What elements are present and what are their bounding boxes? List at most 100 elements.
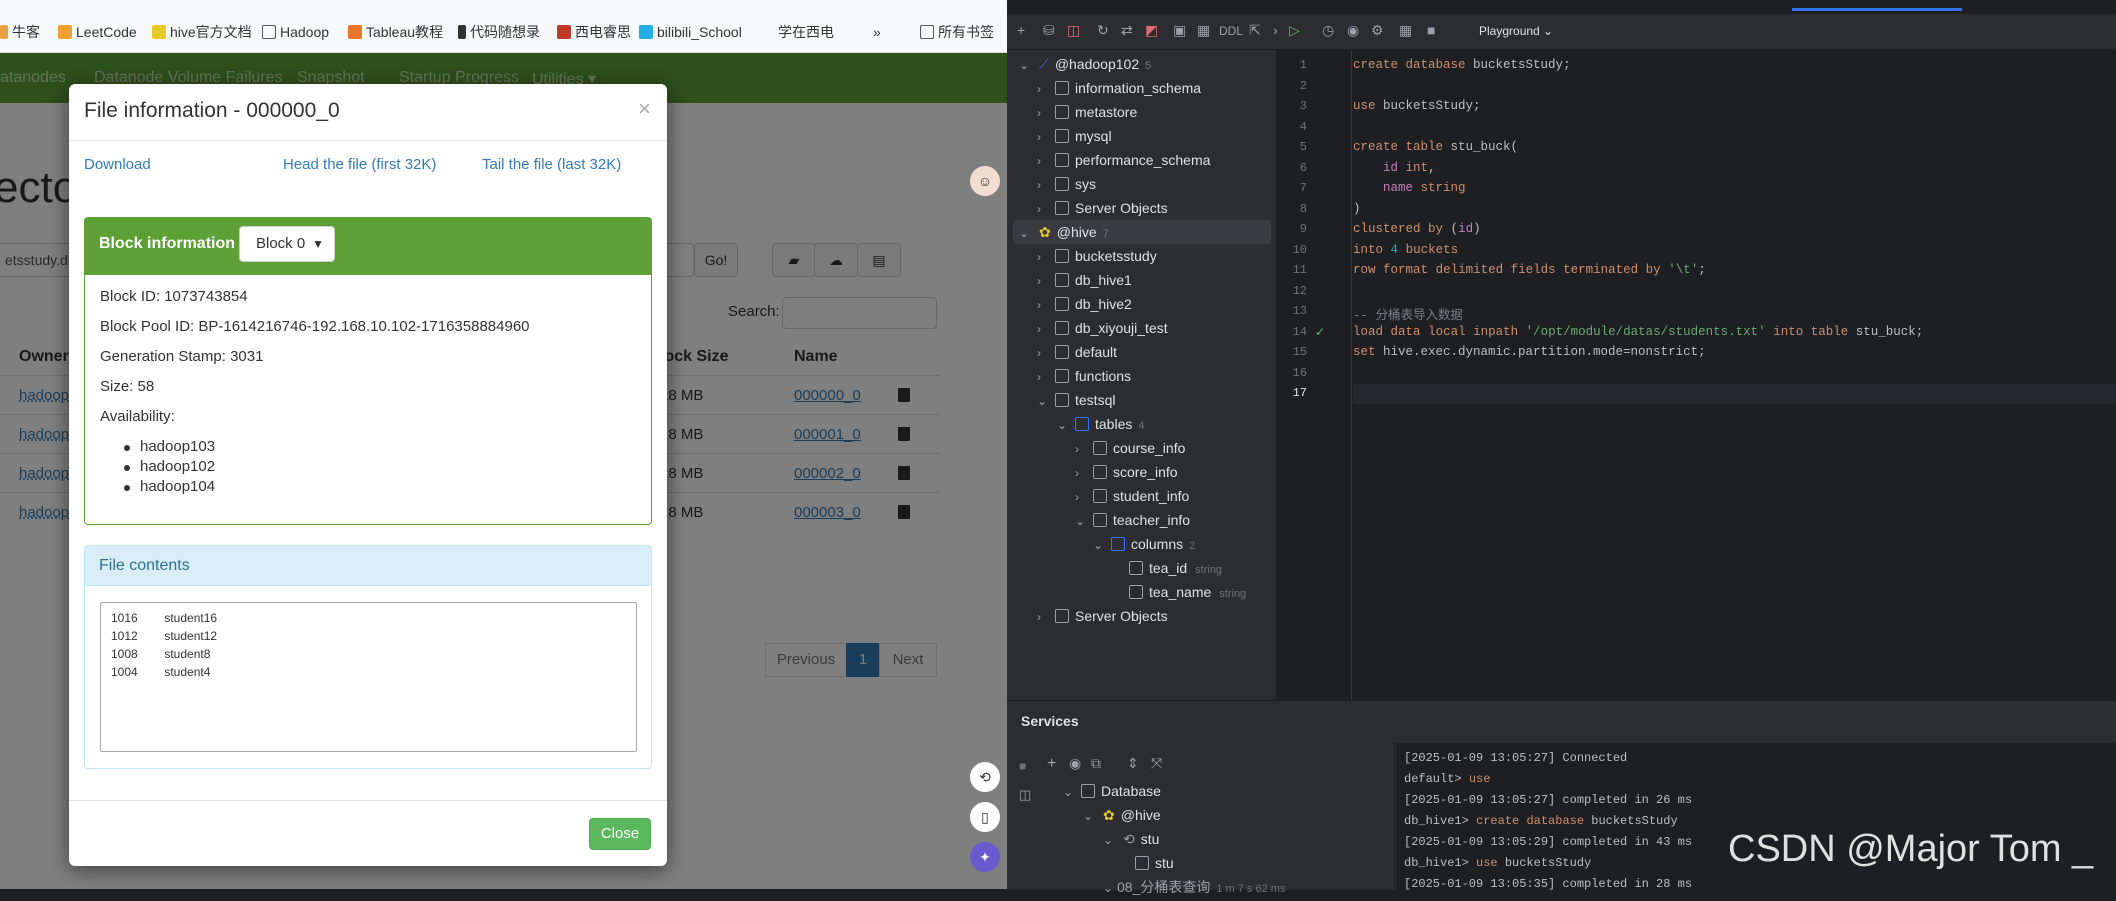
eye-icon[interactable]: ◉ <box>1069 755 1081 772</box>
tree-node-schema[interactable]: › information_schema <box>1037 76 1201 100</box>
tree-node-tables[interactable]: ⌄ tables 4 <box>1057 412 1144 436</box>
schema-icon <box>1055 129 1069 143</box>
chevron-down-icon: ⌄ <box>1093 538 1104 552</box>
check-icon: ✓ <box>1315 324 1326 339</box>
leetcode-icon <box>58 25 72 39</box>
close-button[interactable]: Close <box>589 818 651 850</box>
tree-node-schema[interactable]: › mysql <box>1037 124 1112 148</box>
chevron-right-icon: › <box>1037 202 1041 216</box>
line-number: 14 <box>1292 324 1307 339</box>
code-line: name string <box>1383 181 1466 195</box>
bookmark-tableau[interactable]: Tableau教程 <box>348 22 443 42</box>
active-tab-indicator <box>1792 8 1962 11</box>
bookmark-xuezai[interactable]: 学在西电 <box>778 22 834 42</box>
cancel-icon[interactable]: ■ <box>1427 22 1435 38</box>
tree-node-table[interactable]: › student_info <box>1075 484 1189 508</box>
collapse-all-icon[interactable]: ⤧ <box>1151 755 1162 772</box>
code-line: into 4 buckets <box>1353 242 1459 257</box>
tree-node-schema[interactable]: › bucketsstudy <box>1037 244 1157 268</box>
settings-icon[interactable]: ⚙ <box>1371 22 1384 39</box>
stop-icon[interactable]: ◫ <box>1067 22 1080 39</box>
schema-icon <box>1055 393 1069 407</box>
ide-window: + ⛁ ◫ ↻ ⇄ ◩ ▣ ▦ DDL ⇱ › ▷ ◷ ◉ ⚙ ▦ ■ Play… <box>1007 0 2116 895</box>
ddl-button[interactable]: DDL <box>1219 24 1243 38</box>
tree-node-hadoop102[interactable]: ⌄ ⟋ @hadoop102 5 <box>1019 52 1151 76</box>
schema-icon <box>1055 321 1069 335</box>
expand-all-icon[interactable]: ⇕ <box>1127 755 1139 772</box>
properties-icon[interactable]: ▣ <box>1173 22 1186 39</box>
tree-node-schema[interactable]: › metastore <box>1037 100 1137 124</box>
head-file-link[interactable]: Head the file (first 32K) <box>283 156 436 173</box>
tree-node-schema[interactable]: › db_hive2 <box>1037 292 1132 316</box>
service-node-query[interactable]: ⌄ 08_分桶表查询 1 m 7 s 62 ms <box>1103 875 1285 899</box>
jump-icon[interactable]: ⇱ <box>1249 22 1261 39</box>
playground-dropdown[interactable]: Playground ⌄ <box>1479 24 1553 38</box>
refresh-icon[interactable]: ↻ <box>1097 22 1109 39</box>
tree-node-schema[interactable]: › db_hive1 <box>1037 268 1132 292</box>
service-node-console[interactable]: stu <box>1131 851 1174 875</box>
availability-label: Availability: <box>100 408 175 425</box>
run-icon[interactable]: ▷ <box>1289 22 1300 39</box>
bookmark-niuke[interactable]: 牛客 <box>0 22 40 42</box>
database-icon[interactable]: ⛁ <box>1043 22 1055 39</box>
bookmark-hive-docs[interactable]: hive官方文档 <box>152 22 252 42</box>
ai-assistant-icon[interactable]: ✦ <box>970 842 1000 872</box>
tree-node-column[interactable]: tea_id string <box>1125 556 1222 580</box>
sql-editor[interactable]: create database bucketsStudy; use buckets… <box>1353 50 2116 700</box>
stop-icon[interactable]: ■ <box>1019 759 1026 773</box>
tree-node-schema[interactable]: › sys <box>1037 172 1096 196</box>
tree-node-table[interactable]: › course_info <box>1075 436 1185 460</box>
table-icon[interactable]: ▦ <box>1197 22 1210 39</box>
bookmarks-more-button[interactable]: » <box>873 22 881 42</box>
bookmark-dmsx[interactable]: 代码随想录 <box>458 22 540 42</box>
download-link[interactable]: Download <box>84 156 151 173</box>
history-icon[interactable]: ◷ <box>1322 22 1334 39</box>
close-icon[interactable]: × <box>638 96 651 122</box>
disconnect-icon[interactable]: ◩ <box>1145 22 1158 39</box>
bookmark-xidian-ruisi[interactable]: 西电睿思 <box>557 22 631 42</box>
new-tab-icon[interactable]: ⧉ <box>1091 755 1101 772</box>
bookmark-hadoop[interactable]: Hadoop <box>262 22 329 42</box>
code-line: row format delimited fields terminated b… <box>1353 263 1706 277</box>
tree-node-schema[interactable]: › functions <box>1037 364 1131 388</box>
sync-icon[interactable]: ⇄ <box>1121 22 1133 39</box>
line-number: 1 <box>1299 58 1307 72</box>
layout-icon[interactable]: ◫ <box>1019 787 1031 803</box>
tree-node-column[interactable]: tea_name string <box>1125 580 1246 604</box>
ide-toolbar: + ⛁ ◫ ↻ ⇄ ◩ ▣ ▦ DDL ⇱ › ▷ ◷ ◉ ⚙ ▦ ■ Play… <box>1007 14 2116 50</box>
chevron-right-icon[interactable]: › <box>1273 22 1278 38</box>
book-icon[interactable]: ▯ <box>970 802 1000 832</box>
service-node-database[interactable]: ⌄ Database <box>1063 779 1161 803</box>
block-pool-id: Block Pool ID: BP-1614216746-192.168.10.… <box>100 318 530 335</box>
tree-node-schema[interactable]: › db_xiyouji_test <box>1037 316 1168 340</box>
tail-file-link[interactable]: Tail the file (last 32K) <box>482 156 621 173</box>
tree-node-schema[interactable]: ⌄ testsql <box>1037 388 1115 412</box>
tree-node-hive[interactable]: ⌄ ✿ @hive 7 <box>1019 220 1109 244</box>
tree-node-schema[interactable]: › performance_schema <box>1037 148 1210 172</box>
bookmark-bilibili[interactable]: bilibili_School <box>639 22 742 42</box>
bookmark-leetcode[interactable]: LeetCode <box>58 22 137 42</box>
divider <box>69 140 667 141</box>
tree-node-schema[interactable]: › default <box>1037 340 1117 364</box>
tree-node-columns[interactable]: ⌄ columns 2 <box>1093 532 1195 556</box>
tree-node-server-objects[interactable]: › Server Objects <box>1037 196 1168 220</box>
add-icon[interactable]: + <box>1047 755 1056 773</box>
tree-node-table[interactable]: ⌄ teacher_info <box>1075 508 1190 532</box>
column-icon <box>1129 585 1143 599</box>
tree-node-table[interactable]: › score_info <box>1075 460 1178 484</box>
avatar[interactable]: ☺ <box>970 166 1000 196</box>
translate-icon[interactable]: ⟲ <box>970 762 1000 792</box>
watermark: CSDN @Major Tom _ <box>1728 828 2094 870</box>
block-select[interactable]: Block 0 ▼ <box>239 226 335 262</box>
service-node-hive[interactable]: ⌄ ✿ @hive <box>1083 803 1161 827</box>
line-number: 2 <box>1299 78 1307 93</box>
tree-node-server-objects[interactable]: › Server Objects <box>1037 604 1168 628</box>
bookmark-all[interactable]: 所有书签 <box>920 22 994 42</box>
explain-icon[interactable]: ◉ <box>1347 22 1359 39</box>
hive-icon: ✿ <box>1039 224 1051 240</box>
add-icon[interactable]: + <box>1017 22 1025 38</box>
block-information-panel: Block information -- Block 0 ▼ Block ID: … <box>84 217 652 525</box>
grid-icon[interactable]: ▦ <box>1399 22 1412 39</box>
file-contents-textarea[interactable]: 1016 student16 1012 student12 1008 stude… <box>100 602 637 752</box>
service-node-session[interactable]: ⌄ ⟲ stu <box>1103 827 1159 851</box>
